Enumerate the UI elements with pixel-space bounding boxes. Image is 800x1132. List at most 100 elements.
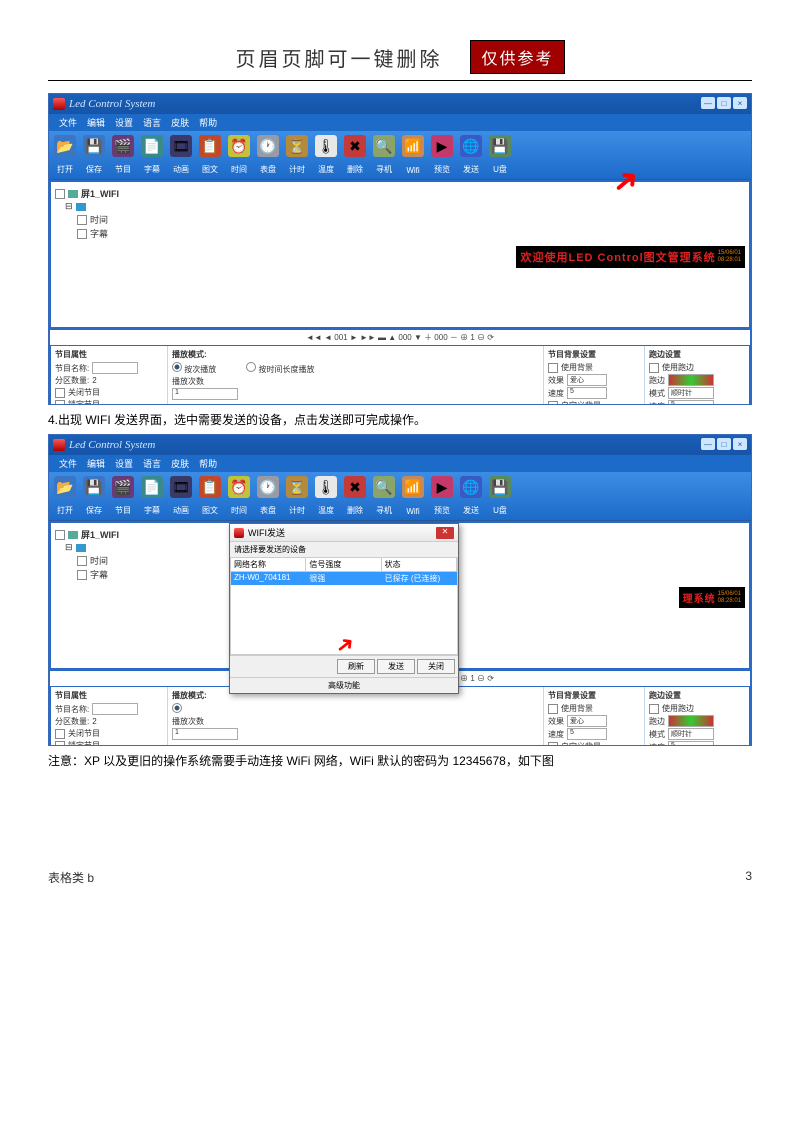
checkbox-custom-bg[interactable] — [548, 742, 558, 747]
tree-item-subtitle[interactable]: 字幕 — [90, 227, 108, 240]
toolbar-表盘[interactable]: 🕐表盘 — [254, 474, 282, 518]
tree-root[interactable]: 屏1_WIFI — [81, 528, 119, 541]
checkbox-icon[interactable] — [77, 229, 87, 239]
toolbar-表盘[interactable]: 🕐表盘 — [254, 133, 282, 177]
checkbox-icon[interactable] — [77, 215, 87, 225]
menu-skin[interactable]: 皮肤 — [171, 457, 189, 470]
note-text: 注意：XP 以及更旧的操作系统需要手动连接 WiFi 网络，WiFi 默认的密码… — [48, 752, 752, 769]
toolbar-动画[interactable]: 🎞动画 — [167, 474, 195, 518]
checkbox-icon[interactable] — [77, 570, 87, 580]
toolbar-打开[interactable]: 📂打开 — [51, 133, 79, 177]
toolbar-icon: 🎬 — [112, 476, 134, 498]
toolbar-U盘[interactable]: 💾U盘 — [486, 133, 514, 177]
menu-settings[interactable]: 设置 — [115, 457, 133, 470]
toolbar-发送[interactable]: 🌐发送 — [457, 133, 485, 177]
speed-select[interactable]: 5 — [668, 741, 714, 746]
maximize-button[interactable]: □ — [717, 97, 731, 109]
refresh-button[interactable]: 刷新 — [337, 659, 375, 674]
toolbar-图文[interactable]: 📋图文 — [196, 474, 224, 518]
effect-select[interactable]: 爱心 — [567, 374, 607, 386]
toolbar-字幕[interactable]: 📄字幕 — [138, 474, 166, 518]
checkbox-bg[interactable] — [548, 704, 558, 714]
toolbar-时间[interactable]: ⏰时间 — [225, 474, 253, 518]
menu-help[interactable]: 帮助 — [199, 116, 217, 129]
speed-select[interactable]: 5 — [567, 387, 607, 399]
edge-select[interactable] — [668, 715, 714, 727]
toolbar-计时[interactable]: ⏳计时 — [283, 133, 311, 177]
times-input[interactable]: 1 — [172, 728, 238, 740]
send-button[interactable]: 发送 — [377, 659, 415, 674]
checkbox-close[interactable] — [55, 729, 65, 739]
checkbox-lock[interactable] — [55, 741, 65, 747]
toolbar-寻机[interactable]: 🔍寻机 — [370, 474, 398, 518]
checkbox-border[interactable] — [649, 704, 659, 714]
minimize-button[interactable]: — — [701, 438, 715, 450]
menu-edit[interactable]: 编辑 — [87, 116, 105, 129]
maximize-button[interactable]: □ — [717, 438, 731, 450]
minimize-button[interactable]: — — [701, 97, 715, 109]
toolbar-发送[interactable]: 🌐发送 — [457, 474, 485, 518]
toolbar-预览[interactable]: ▶预览 — [428, 133, 456, 177]
toolbar-字幕[interactable]: 📄字幕 — [138, 133, 166, 177]
checkbox-border[interactable] — [649, 363, 659, 373]
tree-item-time[interactable]: 时间 — [90, 213, 108, 226]
toolbar-节目[interactable]: 🎬节目 — [109, 474, 137, 518]
menu-language[interactable]: 语言 — [143, 116, 161, 129]
pager-bar[interactable]: ◄◄ ◄ 001 ► ►► ▬ ▲ 000 ▼ ＋ 000 － ⊕ 1 ⊖ ⟳ — [49, 329, 751, 346]
menu-help[interactable]: 帮助 — [199, 457, 217, 470]
toolbar-时间[interactable]: ⏰时间 — [225, 133, 253, 177]
menu-settings[interactable]: 设置 — [115, 116, 133, 129]
menu-file[interactable]: 文件 — [59, 116, 77, 129]
checkbox-bg[interactable] — [548, 363, 558, 373]
tree-root[interactable]: 屏1_WIFI — [81, 187, 119, 200]
name-input[interactable] — [92, 703, 138, 715]
radio-by-duration[interactable] — [246, 362, 256, 372]
toolbar-温度[interactable]: 🌡温度 — [312, 133, 340, 177]
toolbar-U盘[interactable]: 💾U盘 — [486, 474, 514, 518]
toolbar-删除[interactable]: ✖删除 — [341, 133, 369, 177]
toolbar-保存[interactable]: 💾保存 — [80, 474, 108, 518]
led-preview: 欢迎使用LED Control图文管理系统 15/06/0108:28:01 — [516, 246, 745, 268]
advanced-button[interactable]: 高级功能 — [230, 677, 458, 693]
edge-select[interactable] — [668, 374, 714, 386]
menu-skin[interactable]: 皮肤 — [171, 116, 189, 129]
close-button[interactable]: 关闭 — [417, 659, 455, 674]
toolbar-打开[interactable]: 📂打开 — [51, 474, 79, 518]
tree-item-subtitle[interactable]: 字幕 — [90, 568, 108, 581]
close-button[interactable]: × — [733, 438, 747, 450]
menu-file[interactable]: 文件 — [59, 457, 77, 470]
checkbox-icon[interactable] — [55, 189, 65, 199]
toolbar-删除[interactable]: ✖删除 — [341, 474, 369, 518]
mode-select[interactable]: 顺时针 — [668, 387, 714, 399]
tree-item-time[interactable]: 时间 — [90, 554, 108, 567]
checkbox-icon[interactable] — [55, 530, 65, 540]
speed-select[interactable]: 5 — [668, 400, 714, 405]
toolbar-寻机[interactable]: 🔍寻机 — [370, 133, 398, 177]
speed-select[interactable]: 5 — [567, 728, 607, 740]
menu-language[interactable]: 语言 — [143, 457, 161, 470]
toolbar-图文[interactable]: 📋图文 — [196, 133, 224, 177]
close-button[interactable]: × — [733, 97, 747, 109]
name-input[interactable] — [92, 362, 138, 374]
effect-select[interactable]: 爱心 — [567, 715, 607, 727]
checkbox-custom-bg[interactable] — [548, 401, 558, 406]
dialog-close-button[interactable]: ✕ — [436, 527, 454, 539]
toolbar-节目[interactable]: 🎬节目 — [109, 133, 137, 177]
toolbar-预览[interactable]: ▶预览 — [428, 474, 456, 518]
mode-select[interactable]: 顺时针 — [668, 728, 714, 740]
checkbox-close[interactable] — [55, 388, 65, 398]
times-input[interactable]: 1 — [172, 388, 238, 400]
toolbar-保存[interactable]: 💾保存 — [80, 133, 108, 177]
radio-by-count[interactable] — [172, 362, 182, 372]
step-4-text: 4.出现 WIFI 发送界面，选中需要发送的设备，点击发送即可完成操作。 — [48, 411, 752, 428]
device-row[interactable]: ZH-W0_704181很强已探存 (已连接) — [231, 572, 457, 585]
checkbox-lock[interactable] — [55, 400, 65, 406]
toolbar-Wifi[interactable]: 📶Wifi — [399, 133, 427, 177]
radio-by-count[interactable] — [172, 703, 182, 713]
checkbox-icon[interactable] — [77, 556, 87, 566]
menu-edit[interactable]: 编辑 — [87, 457, 105, 470]
toolbar-动画[interactable]: 🎞动画 — [167, 133, 195, 177]
toolbar-Wifi[interactable]: 📶Wifi — [399, 474, 427, 518]
toolbar-计时[interactable]: ⏳计时 — [283, 474, 311, 518]
toolbar-温度[interactable]: 🌡温度 — [312, 474, 340, 518]
